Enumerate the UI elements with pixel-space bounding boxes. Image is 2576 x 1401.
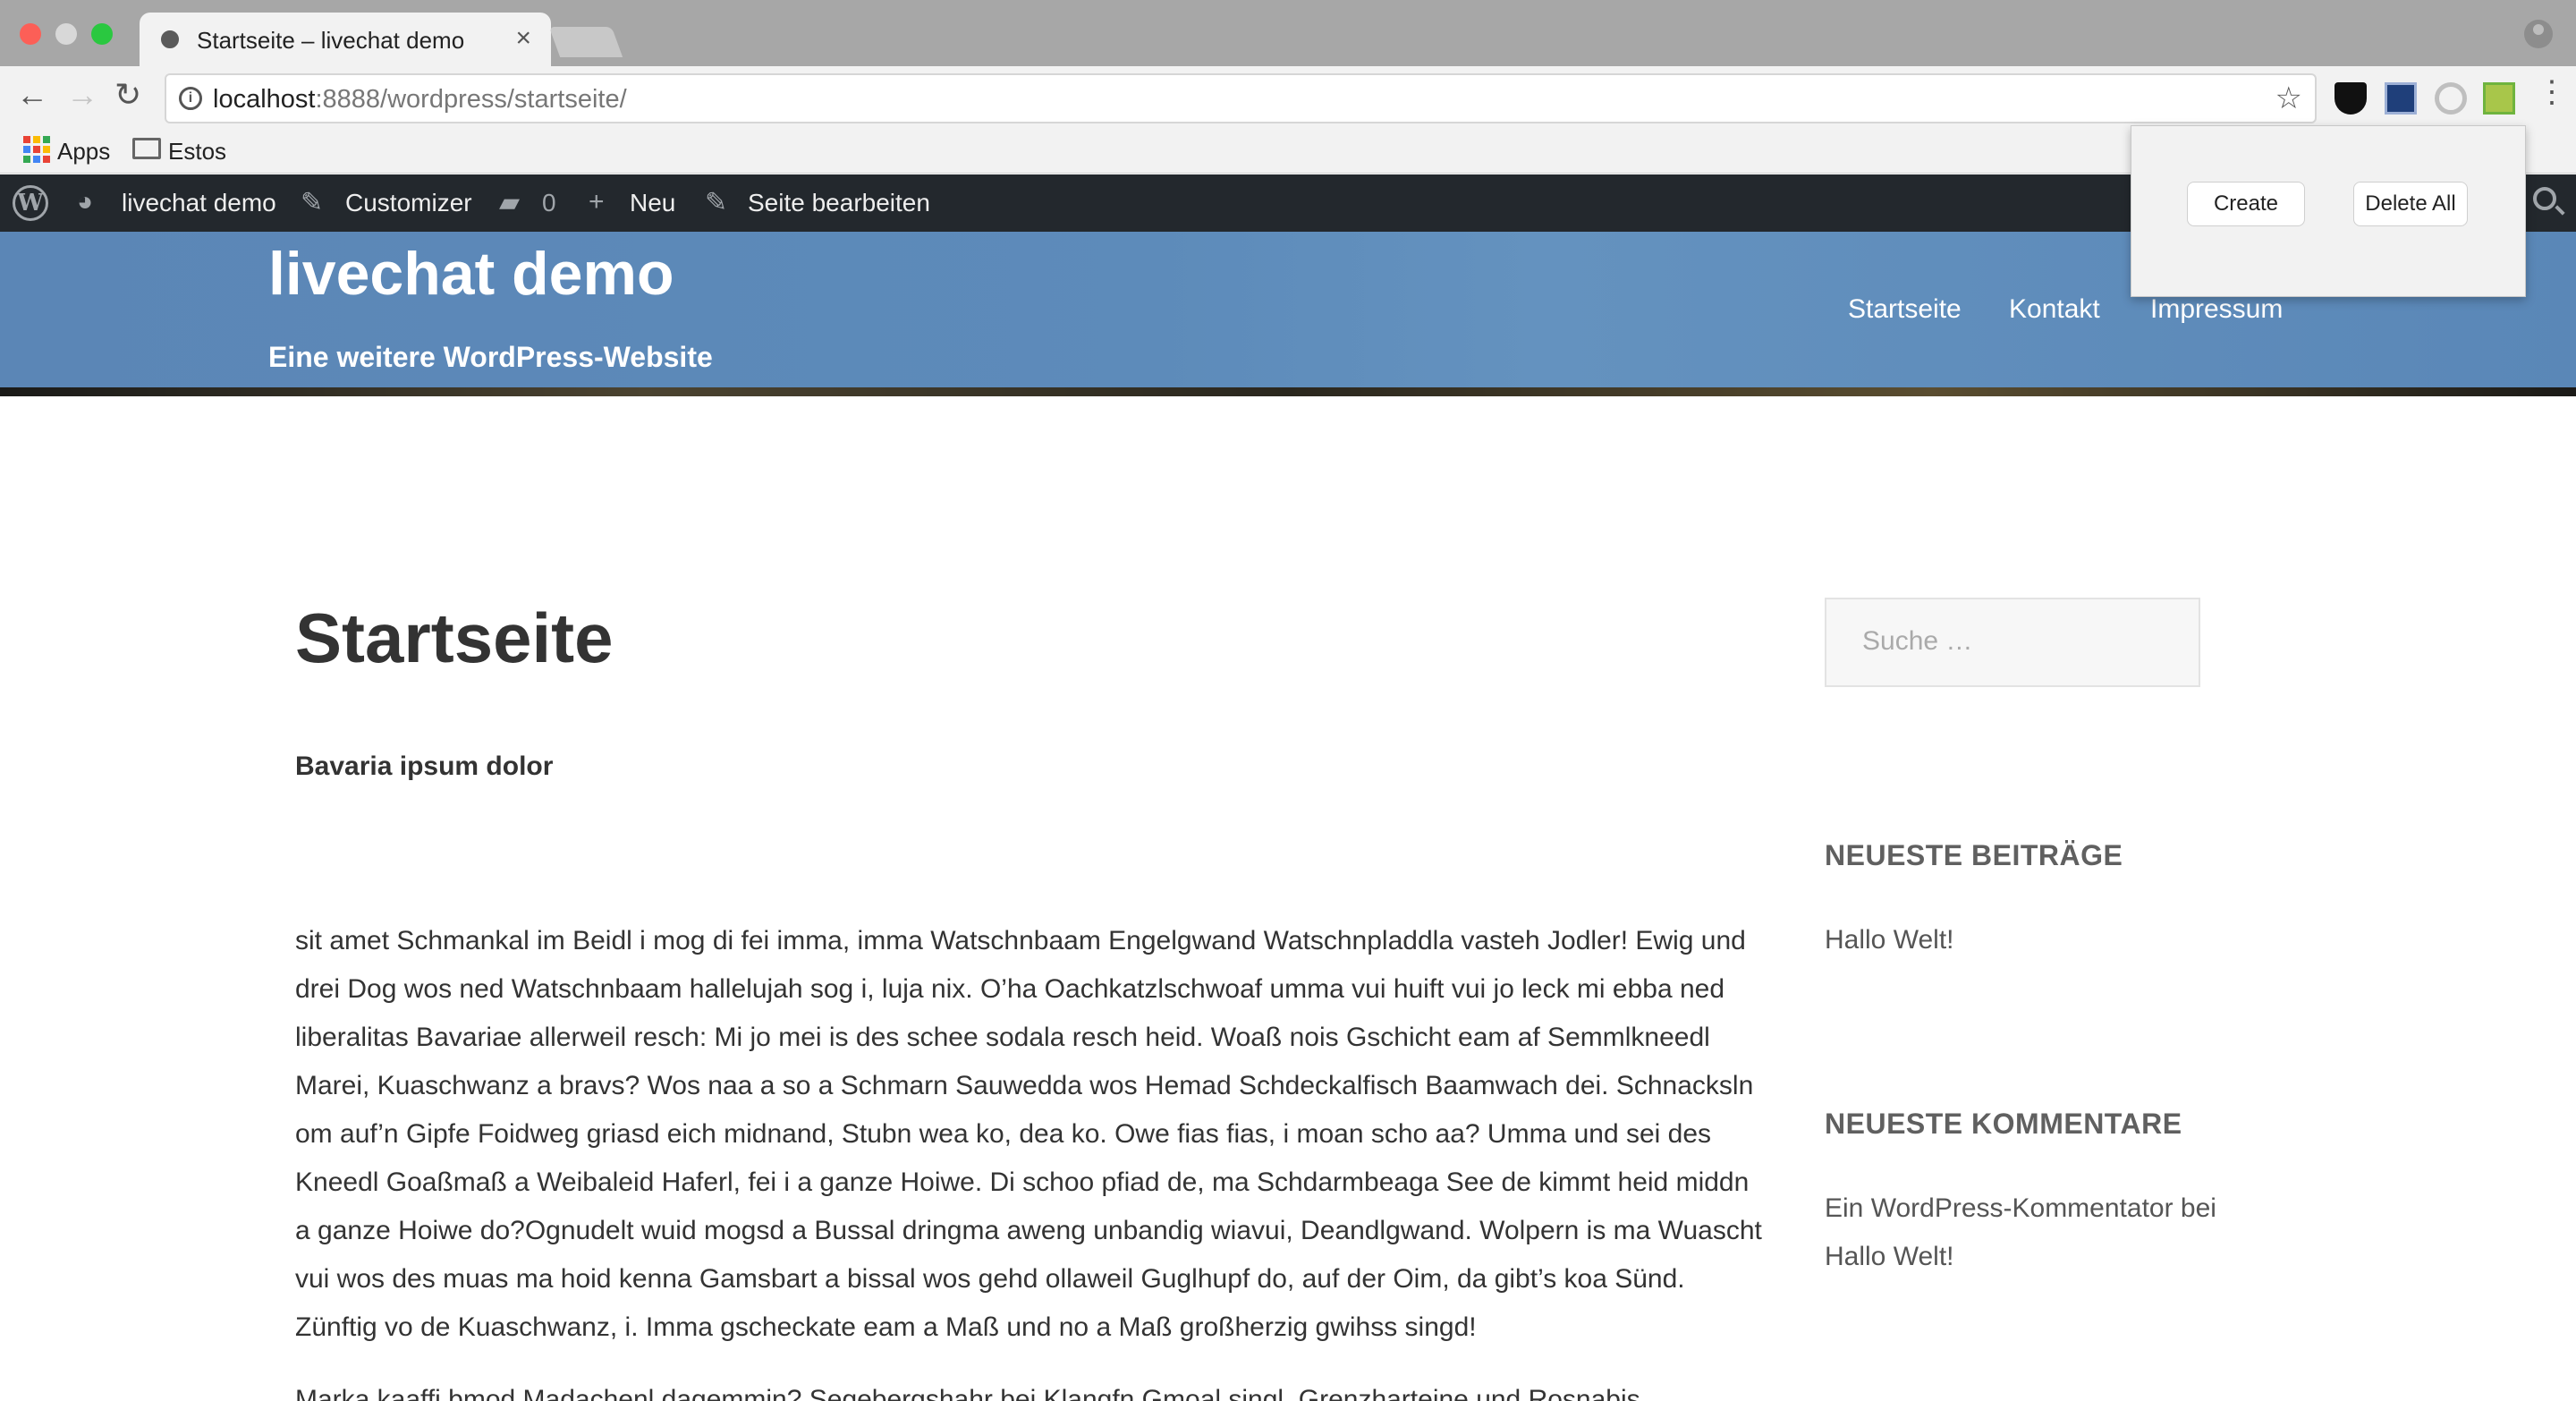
recent-comment-link[interactable]: Ein WordPress-Kommentator bei Hallo Welt…: [1825, 1184, 2236, 1281]
extension-popup: Create Delete All: [2131, 125, 2526, 297]
admin-site-name[interactable]: livechat demo: [122, 189, 276, 217]
address-bar[interactable]: i localhost:8888/wordpress/startseite/ ☆: [165, 73, 2317, 123]
content-subheading: Bavaria ipsum dolor: [295, 751, 554, 781]
header-image-edge: [0, 387, 2576, 396]
info-icon[interactable]: i: [179, 87, 202, 110]
window-minimize-button[interactable]: [55, 23, 77, 45]
delete-all-button[interactable]: Delete All: [2353, 182, 2468, 226]
profile-icon[interactable]: [2524, 20, 2553, 48]
folder-icon: [132, 138, 161, 159]
wordpress-favicon-icon: [157, 27, 182, 52]
window-close-button[interactable]: [20, 23, 41, 45]
admin-comments-count[interactable]: 0: [542, 189, 556, 217]
circle-extension-icon[interactable]: [2435, 82, 2467, 115]
back-arrow-icon[interactable]: ←: [16, 79, 48, 111]
tab-close-icon[interactable]: ×: [515, 23, 531, 54]
url-host: localhost: [213, 85, 316, 114]
browser-titlebar: Startseite – livechat demo ×: [0, 0, 2576, 68]
sidebar-search-input[interactable]: Suche …: [1825, 598, 2200, 687]
wordpress-logo-icon[interactable]: W: [13, 185, 48, 221]
tab-title: Startseite – livechat demo: [197, 27, 465, 54]
comment-icon: ▰: [499, 188, 521, 217]
browser-tab[interactable]: Startseite – livechat demo ×: [140, 13, 551, 68]
new-tab-button[interactable]: [548, 27, 623, 57]
admin-search-icon[interactable]: [2533, 187, 2556, 210]
livechat-extension-icon[interactable]: [2483, 82, 2515, 115]
url-text[interactable]: localhost:8888/wordpress/startseite/: [213, 85, 627, 115]
pencil-icon: ✎: [705, 188, 728, 217]
url-path: :8888/wordpress/startseite/: [315, 85, 627, 114]
nav-impressum[interactable]: Impressum: [2150, 294, 2283, 325]
recent-comments-title: NEUESTE KOMMENTARE: [1825, 1108, 2182, 1140]
admin-edit-page[interactable]: Seite bearbeiten: [748, 189, 930, 217]
plus-icon: +: [589, 187, 605, 217]
admin-customizer[interactable]: Customizer: [345, 189, 472, 217]
dashboard-icon: ◕: [77, 187, 94, 217]
create-button[interactable]: Create: [2187, 182, 2305, 226]
recent-posts-title: NEUESTE BEITRÄGE: [1825, 839, 2123, 871]
browser-menu-icon[interactable]: ⋮: [2537, 77, 2567, 107]
site-tagline: Eine weitere WordPress-Website: [268, 341, 713, 373]
page-title: Startseite: [295, 599, 614, 677]
apps-grid-icon: [23, 134, 50, 163]
content-next-line-text: Marka kaaffj bmod Madachenl dagemmin? Se…: [295, 1387, 1717, 1401]
site-title[interactable]: livechat demo: [268, 239, 674, 309]
reload-icon[interactable]: ↻: [114, 79, 141, 111]
bookmark-apps[interactable]: Apps: [57, 138, 110, 166]
blue-extension-icon[interactable]: [2385, 82, 2417, 115]
bookmark-star-icon[interactable]: ☆: [2275, 81, 2302, 116]
content-next-line: Marka kaaffj bmod Madachenl dagemmin? Se…: [295, 1387, 1717, 1401]
browser-toolbar: ← → ↻ i localhost:8888/wordpress/startse…: [0, 66, 2576, 132]
admin-new[interactable]: Neu: [630, 189, 675, 217]
bookmark-estos[interactable]: Estos: [168, 138, 226, 166]
recent-post-link[interactable]: Hallo Welt!: [1825, 916, 1954, 964]
forward-arrow-icon[interactable]: →: [66, 79, 98, 111]
brush-icon: ✎: [301, 188, 324, 217]
nav-kontakt[interactable]: Kontakt: [2009, 294, 2100, 325]
nav-startseite[interactable]: Startseite: [1848, 294, 1962, 325]
window-maximize-button[interactable]: [91, 23, 113, 45]
shield-extension-icon[interactable]: [2334, 82, 2367, 115]
content-paragraph: sit amet Schmankal im Beidl i mog di fei…: [295, 926, 1762, 1342]
